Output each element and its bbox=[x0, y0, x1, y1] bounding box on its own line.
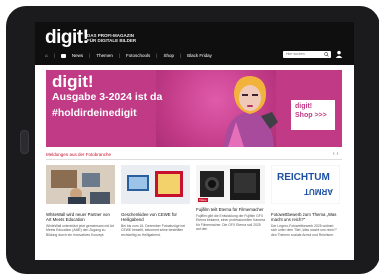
user-icon[interactable] bbox=[335, 50, 343, 58]
category-badge: Video bbox=[198, 198, 208, 202]
card-thumbnail bbox=[121, 165, 190, 204]
banner-subtitle: Ausgabe 3-2024 ist da bbox=[52, 91, 163, 103]
card-title: Fotowettbewerb zum Thema „Was macht uns … bbox=[271, 212, 337, 222]
nav-separator: | bbox=[89, 53, 91, 58]
news-card[interactable]: Geschenkidee von CEWE für Heiligabend Be… bbox=[121, 165, 190, 237]
site-header: digit! DAS PROFI-MAGAZIN FÜR DIGITALE BI… bbox=[35, 22, 354, 65]
nav-item-black-friday[interactable]: Black Friday bbox=[187, 53, 212, 58]
search-placeholder: Hier suchen bbox=[286, 52, 305, 56]
nav-item-news[interactable]: News bbox=[72, 53, 83, 58]
card-thumbnail: Video bbox=[196, 165, 265, 204]
card-title: WhiteWall wird neuer Partner von Art Mee… bbox=[46, 212, 110, 222]
carousel-controls: ‹ › bbox=[333, 151, 338, 157]
card-thumbnail: REICHTUM ARMUT bbox=[270, 164, 341, 205]
site-tagline: DAS PROFI-MAGAZIN FÜR DIGITALE BILDER bbox=[87, 33, 167, 43]
nav-item-themen[interactable]: Themen bbox=[96, 53, 113, 58]
card-text: WhiteWall unterstützt jetzt gemeinsam mi… bbox=[46, 224, 115, 237]
chevron-right-icon[interactable]: › bbox=[337, 151, 339, 157]
banner-model-photo bbox=[224, 76, 278, 147]
search-input[interactable]: Hier suchen bbox=[283, 51, 331, 58]
home-icon[interactable]: ⌂ bbox=[45, 53, 48, 58]
nav-separator: | bbox=[53, 53, 55, 58]
card-text: Der Legero-Fotowettbewerb 2025 widmet si… bbox=[271, 224, 338, 237]
banner-hashtag: #holdirdeinedigit bbox=[52, 107, 137, 119]
browser-screen: digit! DAS PROFI-MAGAZIN FÜR DIGITALE BI… bbox=[35, 22, 354, 260]
news-card[interactable]: REICHTUM ARMUT Fotowettbewerb zum Thema … bbox=[270, 164, 341, 237]
search-icon[interactable] bbox=[324, 52, 329, 57]
news-card[interactable]: WhiteWall wird neuer Partner von Art Mee… bbox=[46, 165, 115, 237]
banner-title: digit! bbox=[52, 72, 94, 91]
tagline-line-2: FÜR DIGITALE BILDER bbox=[87, 38, 137, 43]
card-thumbnail bbox=[46, 165, 115, 204]
card-title: Geschenkidee von CEWE für Heiligabend bbox=[121, 212, 177, 222]
nav-item-shop[interactable]: Shop bbox=[163, 53, 174, 58]
camera-icon bbox=[60, 53, 66, 58]
shop-button-label: Shop >>> bbox=[295, 112, 327, 119]
thumb-text-armut: ARMUT bbox=[304, 187, 333, 196]
site-logo[interactable]: digit! bbox=[45, 28, 89, 48]
shop-button-brand: digit! bbox=[295, 103, 313, 110]
section-heading[interactable]: Meldungen aus der Fotobranche bbox=[46, 152, 111, 157]
nav-separator: | bbox=[118, 53, 121, 58]
card-text: Fujifilm gibt die Entwicklung der Fujifi… bbox=[196, 214, 265, 231]
shop-button[interactable]: digit! Shop >>> bbox=[291, 100, 335, 130]
news-card[interactable]: Video Fujifilm teilt Eterna für Filmemac… bbox=[196, 165, 265, 237]
nav-separator: | bbox=[156, 53, 158, 58]
news-cards: WhiteWall wird neuer Partner von Art Mee… bbox=[46, 164, 342, 237]
chevron-left-icon[interactable]: ‹ bbox=[333, 151, 335, 157]
promo-banner[interactable]: digit! Ausgabe 3-2024 ist da #holdirdein… bbox=[46, 70, 342, 147]
main-nav: ⌂ | News | Themen | Fotoschools | Shop |… bbox=[45, 52, 212, 59]
nav-item-fotoschools[interactable]: Fotoschools bbox=[126, 53, 150, 58]
section-divider bbox=[46, 159, 342, 160]
nav-separator: | bbox=[179, 53, 182, 58]
home-button[interactable] bbox=[20, 130, 29, 154]
card-title: Fujifilm teilt Eterna für Filmemacher bbox=[196, 207, 264, 212]
thumb-text-reichtum: REICHTUM bbox=[277, 172, 330, 183]
card-text: Bei bis zum 16. Dezember Fotoabzüge bei … bbox=[121, 224, 186, 237]
